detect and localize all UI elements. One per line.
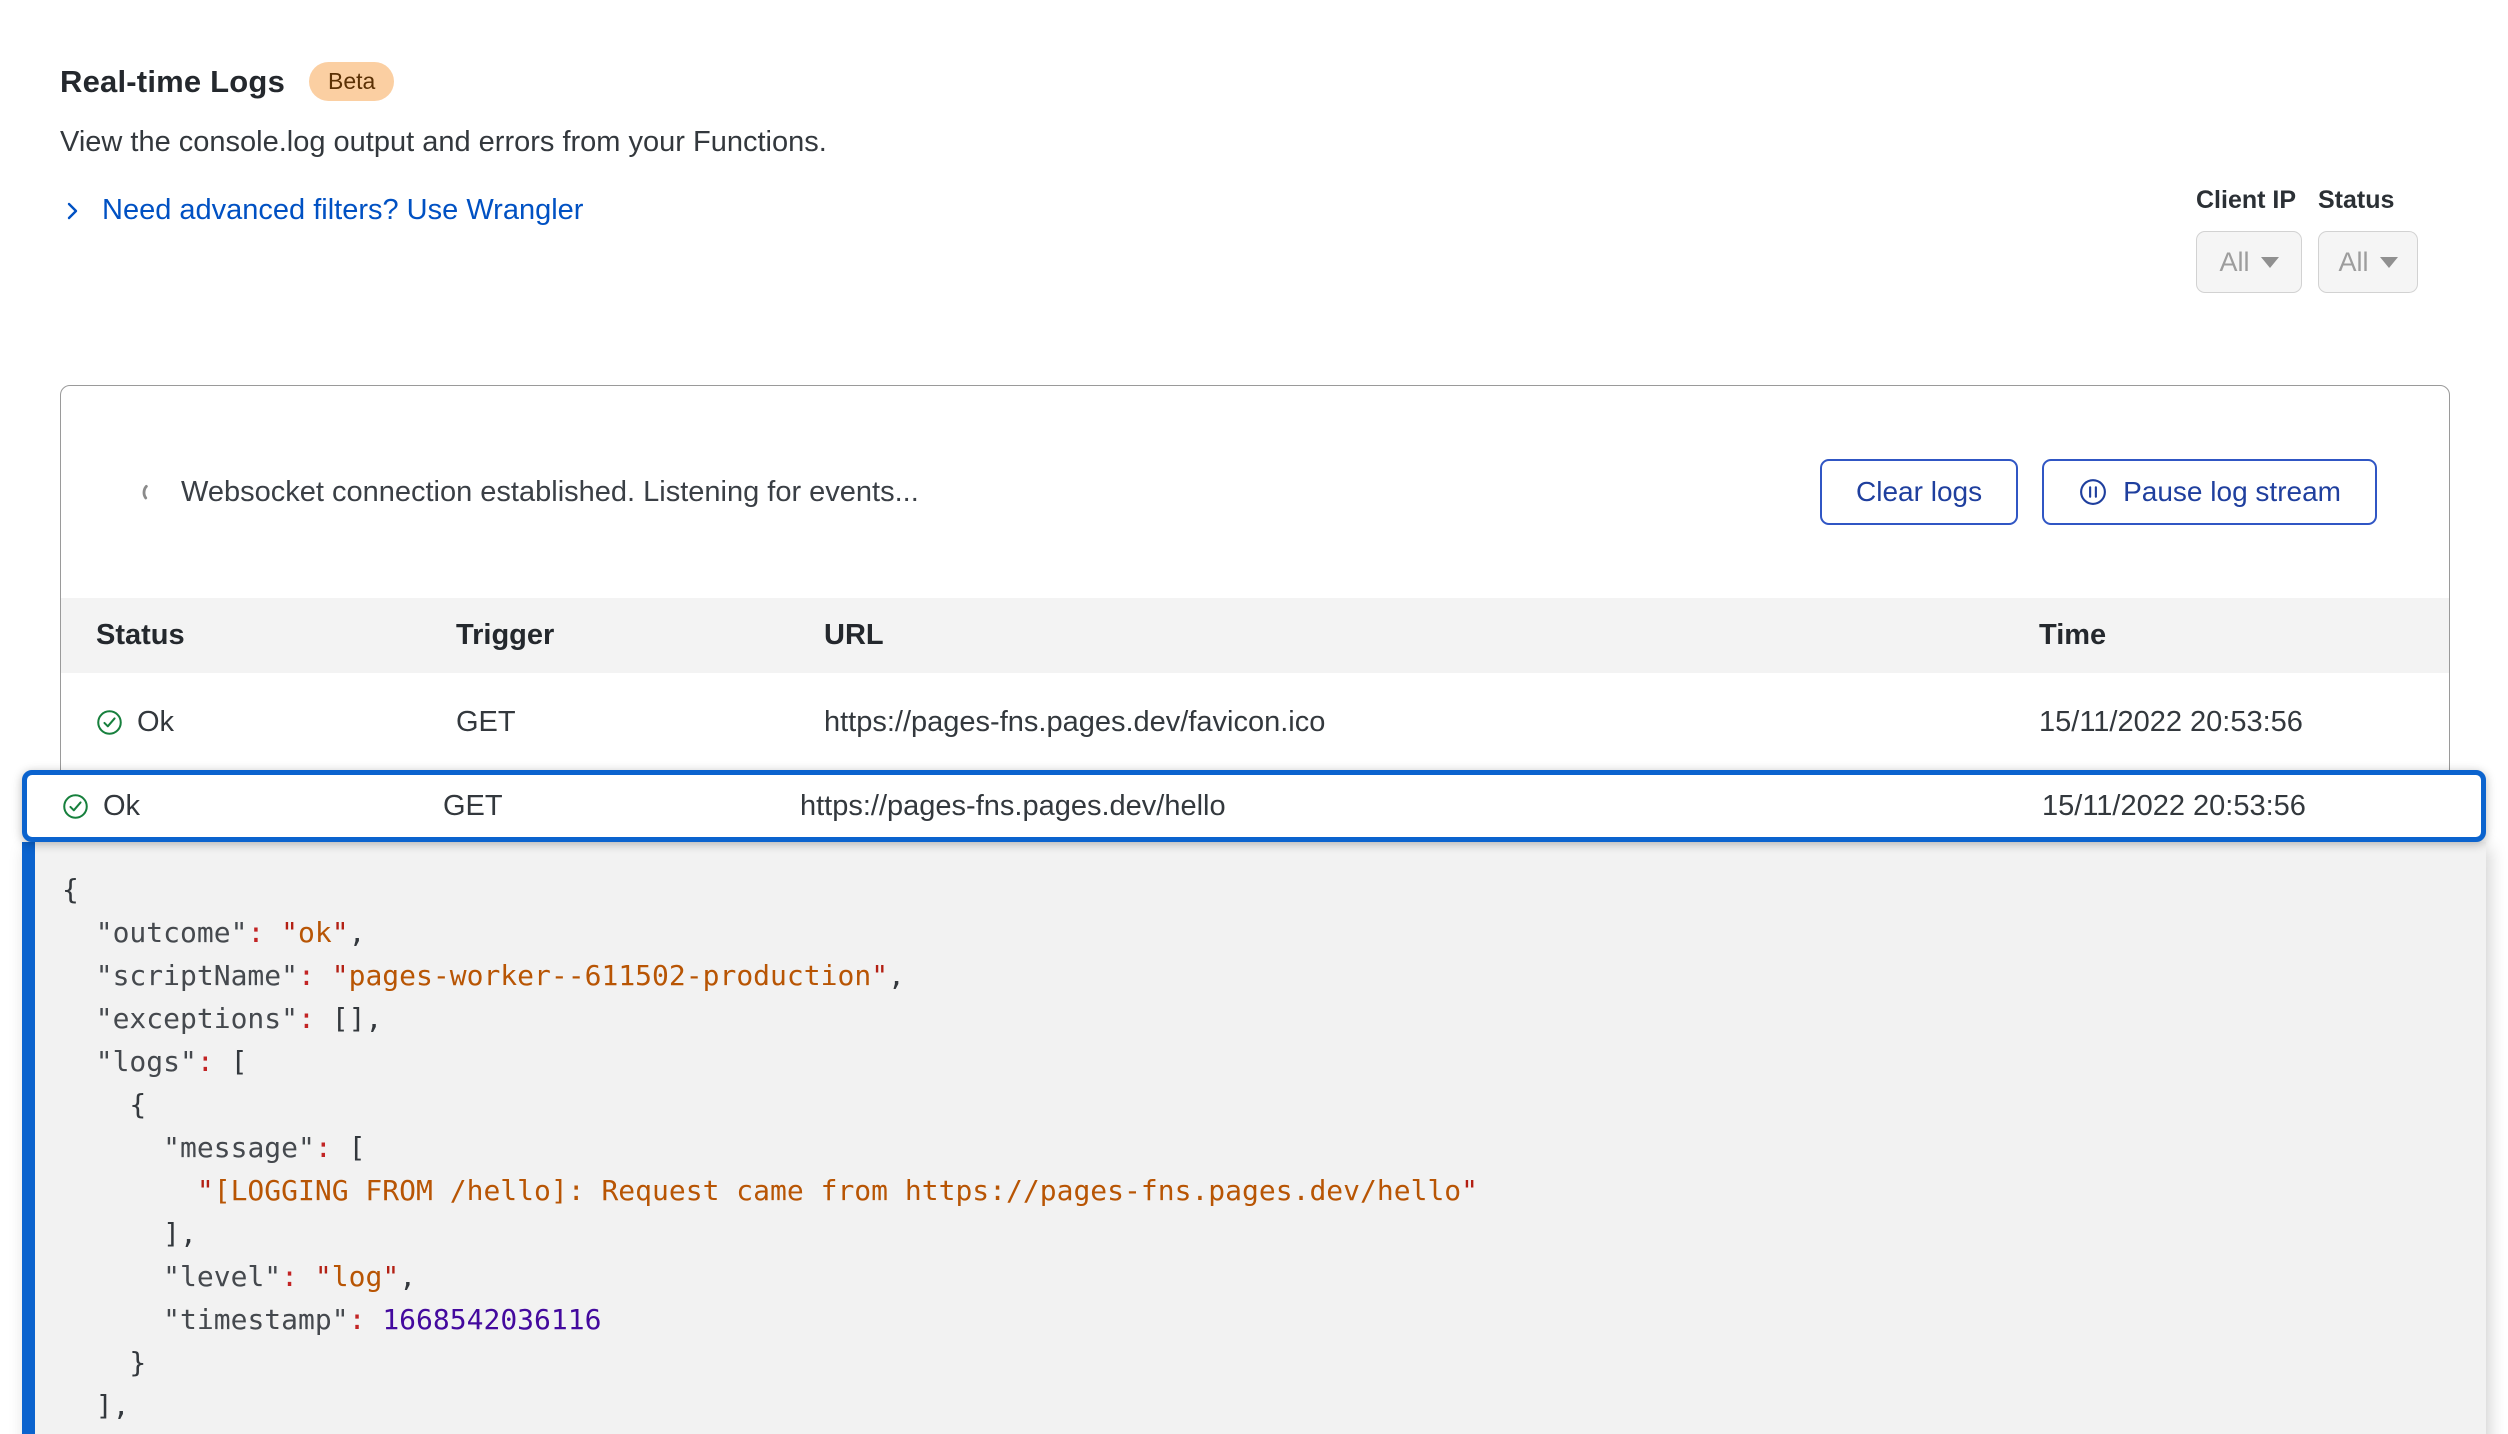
log-table-header: Status Trigger URL Time <box>61 598 2449 673</box>
json-log-line: "message": [ <box>62 1126 2486 1169</box>
websocket-status-message: Websocket connection established. Listen… <box>181 476 1820 509</box>
log-actions: Clear logs Pause log stream <box>1820 459 2377 525</box>
status-label: Ok <box>103 790 140 823</box>
clear-logs-label: Clear logs <box>1856 476 1982 508</box>
status-filter-label: Status <box>2318 186 2418 215</box>
status-filter-value: All <box>2338 247 2368 278</box>
status-cell: Ok <box>96 706 456 739</box>
clear-logs-button[interactable]: Clear logs <box>1820 459 2018 525</box>
json-log-line: "[LOGGING FROM /hello]: Request came fro… <box>62 1169 2486 1212</box>
pause-log-stream-button[interactable]: Pause log stream <box>2042 459 2377 525</box>
json-log-line: "exceptions": [], <box>62 997 2486 1040</box>
json-log-line: "outcome": "ok", <box>62 911 2486 954</box>
json-log-line: ], <box>62 1212 2486 1255</box>
column-header-status: Status <box>96 619 456 652</box>
column-header-url: URL <box>824 619 2039 652</box>
time-cell: 15/11/2022 20:53:56 <box>2042 790 2481 823</box>
page-title: Real-time Logs <box>60 64 285 100</box>
json-log-line: { <box>62 1083 2486 1126</box>
url-cell: https://pages-fns.pages.dev/hello <box>800 790 2042 823</box>
websocket-status-bar: Websocket connection established. Listen… <box>61 386 2449 598</box>
page-description: View the console.log output and errors f… <box>60 126 827 159</box>
time-cell: 15/11/2022 20:53:56 <box>2039 706 2449 739</box>
check-circle-icon <box>62 793 89 820</box>
json-log-line: ], <box>62 1384 2486 1427</box>
expanded-log-entry: Ok GET https://pages-fns.pages.dev/hello… <box>22 770 2486 1434</box>
check-circle-icon <box>96 709 123 736</box>
pause-icon <box>2078 477 2108 507</box>
page-header: Real-time Logs Beta <box>60 62 394 101</box>
json-log-line: "level": "log", <box>62 1255 2486 1298</box>
status-filter-dropdown[interactable]: All <box>2318 231 2418 293</box>
expanded-log-json-panel: { "outcome": "ok", "scriptName": "pages-… <box>22 842 2486 1434</box>
wrangler-link[interactable]: Need advanced filters? Use Wrangler <box>60 194 583 227</box>
caret-down-icon <box>2261 257 2279 268</box>
client-ip-filter-group: Client IP All <box>2196 186 2302 293</box>
json-log-line: { <box>62 868 2486 911</box>
wrangler-link-label: Need advanced filters? Use Wrangler <box>102 194 583 227</box>
spinner-icon <box>139 479 165 505</box>
log-row-hello-selected[interactable]: Ok GET https://pages-fns.pages.dev/hello… <box>22 770 2486 842</box>
client-ip-filter-label: Client IP <box>2196 186 2302 215</box>
trigger-cell: GET <box>443 790 800 823</box>
caret-down-icon <box>2380 257 2398 268</box>
beta-badge: Beta <box>309 62 394 101</box>
url-cell: https://pages-fns.pages.dev/favicon.ico <box>824 706 2039 739</box>
json-log-line: "logs": [ <box>62 1040 2486 1083</box>
column-header-time: Time <box>2039 619 2449 652</box>
status-label: Ok <box>137 706 174 739</box>
trigger-cell: GET <box>456 706 824 739</box>
chevron-right-icon <box>60 199 84 223</box>
client-ip-filter-dropdown[interactable]: All <box>2196 231 2302 293</box>
json-log-line: "scriptName": "pages-worker--611502-prod… <box>62 954 2486 997</box>
json-log-line: } <box>62 1341 2486 1384</box>
realtime-logs-page: Real-time Logs Beta View the console.log… <box>0 0 2508 1434</box>
pause-log-stream-label: Pause log stream <box>2123 476 2341 508</box>
status-cell: Ok <box>62 790 443 823</box>
status-filter-group: Status All <box>2318 186 2418 293</box>
client-ip-filter-value: All <box>2219 247 2249 278</box>
json-log-lines: { "outcome": "ok", "scriptName": "pages-… <box>62 868 2486 1427</box>
log-row-favicon[interactable]: Ok GET https://pages-fns.pages.dev/favic… <box>61 673 2449 771</box>
column-header-trigger: Trigger <box>456 619 824 652</box>
json-log-line: "timestamp": 1668542036116 <box>62 1298 2486 1341</box>
